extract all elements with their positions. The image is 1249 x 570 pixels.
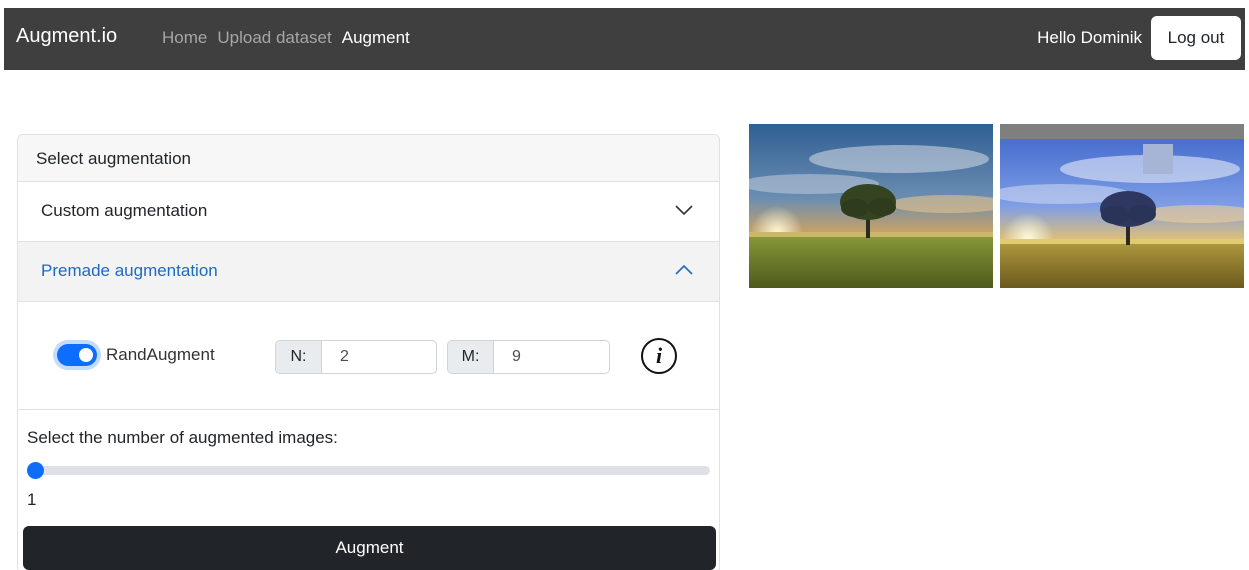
brand-logo[interactable]: Augment.io [16, 25, 117, 48]
accordion-label: Custom augmentation [41, 201, 208, 220]
m-input-group: M: [447, 340, 610, 374]
chevron-down-icon [675, 205, 693, 216]
logout-button[interactable]: Log out [1151, 16, 1241, 60]
nav-links: Home Upload dataset Augment [162, 28, 420, 48]
randaugment-label: RandAugment [106, 345, 215, 364]
chevron-up-icon [675, 264, 693, 275]
nav-link-upload-dataset[interactable]: Upload dataset [217, 28, 331, 48]
nav-link-augment[interactable]: Augment [342, 28, 410, 48]
navbar: Augment.io Home Upload dataset Augment H… [4, 8, 1245, 70]
accordion-premade-augmentation[interactable]: Premade augmentation [18, 242, 719, 302]
original-image [749, 124, 993, 288]
n-label: N: [276, 341, 322, 373]
slider-handle[interactable] [27, 462, 44, 479]
card-header: Select augmentation [18, 135, 719, 182]
augment-button[interactable]: Augment [23, 526, 716, 570]
augmented-count-label: Select the number of augmented images: [27, 428, 338, 447]
user-greeting: Hello Dominik [1037, 28, 1142, 47]
accordion-custom-augmentation[interactable]: Custom augmentation [18, 182, 719, 242]
info-icon[interactable]: i [641, 338, 677, 374]
randaugment-toggle[interactable] [57, 344, 97, 366]
accordion-label: Premade augmentation [41, 261, 218, 280]
m-input[interactable] [494, 341, 608, 373]
n-input[interactable] [322, 341, 436, 373]
augmented-count-slider[interactable] [27, 466, 710, 475]
augmented-count-value: 1 [27, 490, 37, 509]
augmentation-card: Select augmentation Custom augmentation … [17, 134, 720, 570]
m-label: M: [448, 341, 494, 373]
augmented-image [1000, 124, 1244, 288]
n-input-group: N: [275, 340, 437, 374]
premade-augmentation-panel: RandAugment N: M: [18, 302, 719, 410]
nav-link-home[interactable]: Home [162, 28, 207, 48]
toggle-knob [79, 348, 93, 362]
